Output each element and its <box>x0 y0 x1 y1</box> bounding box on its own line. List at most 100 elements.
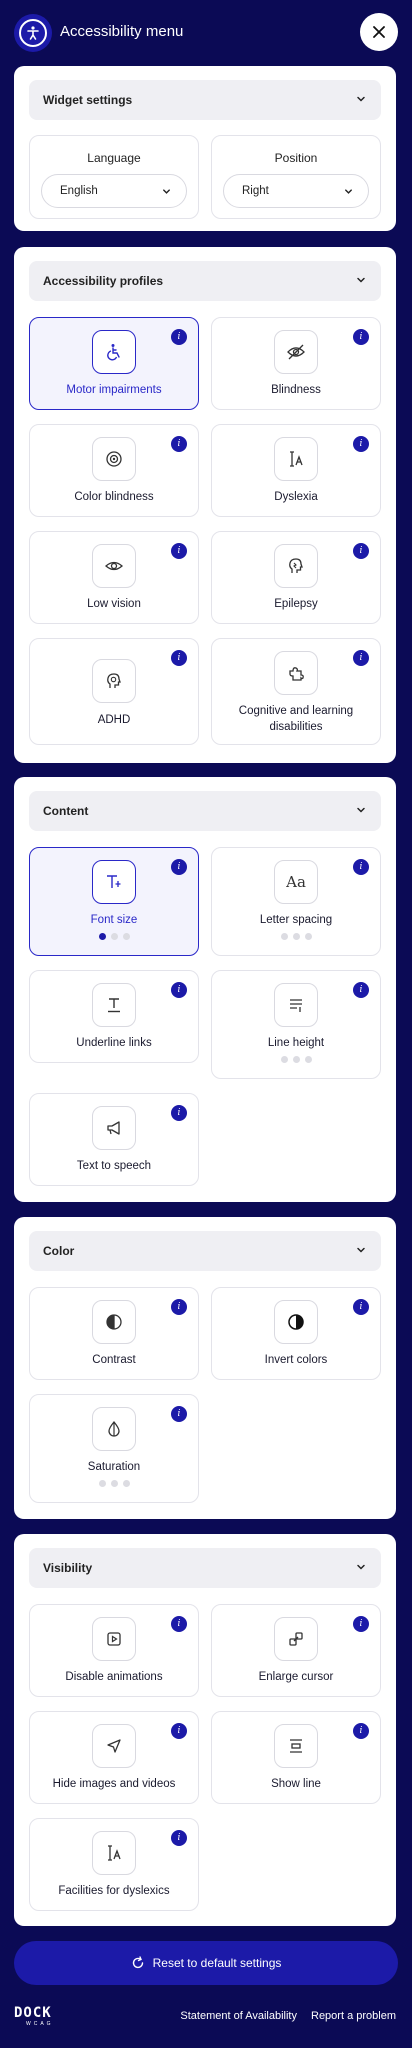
visibility-card-dyslexic-facilities[interactable]: i Facilities for dyslexics <box>29 1818 199 1911</box>
info-icon[interactable]: i <box>171 436 187 452</box>
color-card-invert-colors[interactable]: i Invert colors <box>211 1287 381 1380</box>
logo-sub: WCAG <box>26 2021 54 2027</box>
color-card-saturation[interactable]: i Saturation <box>29 1394 199 1503</box>
play-icon <box>92 1617 136 1661</box>
profile-card-cognitive[interactable]: i Cognitive and learning disabilities <box>211 638 381 745</box>
cursor-icon <box>274 1617 318 1661</box>
megaphone-icon <box>92 1106 136 1150</box>
visibility-name: Show line <box>271 1778 321 1790</box>
info-icon[interactable]: i <box>171 982 187 998</box>
info-icon[interactable]: i <box>171 859 187 875</box>
color-name: Saturation <box>87 1461 141 1473</box>
contrast-icon <box>92 1300 136 1344</box>
info-icon[interactable]: i <box>353 982 369 998</box>
content-card-line-height[interactable]: i Line height <box>211 970 381 1079</box>
menu-title: Accessibility menu <box>60 23 184 40</box>
report-link[interactable]: Report a problem <box>311 2010 396 2022</box>
chevron-down-icon <box>357 96 365 102</box>
section-label: Visibility <box>43 1561 93 1575</box>
level-dots <box>30 933 198 940</box>
info-icon[interactable]: i <box>353 1616 369 1632</box>
font-size-icon <box>92 860 136 904</box>
info-icon[interactable]: i <box>353 543 369 559</box>
content-name: Font size <box>90 914 138 926</box>
accessibility-logo-icon <box>14 14 52 52</box>
info-icon[interactable]: i <box>171 1299 187 1315</box>
wheelchair-icon <box>92 330 136 374</box>
visibility-card-show-line[interactable]: i Show line <box>211 1711 381 1804</box>
position-value: Right <box>242 185 269 197</box>
profile-name: Blindness <box>271 384 321 396</box>
availability-link[interactable]: Statement of Availability <box>180 2010 297 2022</box>
content-section: Content i Font size Aa i Letter spacing … <box>14 777 396 1202</box>
color-name: Invert colors <box>264 1354 328 1366</box>
info-icon[interactable]: i <box>353 1723 369 1739</box>
info-icon[interactable]: i <box>353 329 369 345</box>
section-label: Color <box>43 1244 75 1258</box>
info-icon[interactable]: i <box>171 1616 187 1632</box>
color-header[interactable]: Color <box>29 1231 381 1271</box>
visibility-name: Facilities for dyslexics <box>58 1885 170 1897</box>
language-select[interactable]: English <box>41 174 187 208</box>
visibility-card-disable-animations[interactable]: i Disable animations <box>29 1604 199 1697</box>
eye-icon <box>92 544 136 588</box>
language-setting: Language English <box>29 135 199 219</box>
level-dots <box>212 933 380 940</box>
chevron-down-icon <box>345 189 352 194</box>
chevron-down-icon <box>357 807 365 813</box>
text-cursor-icon <box>92 1831 136 1875</box>
content-card-text-to-speech[interactable]: i Text to speech <box>29 1093 199 1186</box>
profile-name: Low vision <box>87 598 141 610</box>
profile-name: Motor impairments <box>66 384 162 396</box>
profile-card-motor-impairments[interactable]: i Motor impairments <box>29 317 199 410</box>
info-icon[interactable]: i <box>171 1105 187 1121</box>
menu-header: Accessibility menu <box>0 0 412 66</box>
info-icon[interactable]: i <box>353 650 369 666</box>
color-blind-icon <box>92 437 136 481</box>
close-button[interactable] <box>360 13 398 51</box>
profile-card-adhd[interactable]: i ADHD <box>29 638 199 745</box>
content-header[interactable]: Content <box>29 791 381 831</box>
position-select[interactable]: Right <box>223 174 369 208</box>
chevron-down-icon <box>357 1247 365 1253</box>
profiles-header[interactable]: Accessibility profiles <box>29 261 381 301</box>
dock-logo[interactable]: DOCK WCAG <box>14 2005 54 2027</box>
info-icon[interactable]: i <box>171 650 187 666</box>
chevron-down-icon <box>357 1564 365 1570</box>
level-dots <box>212 1056 380 1063</box>
profile-name: ADHD <box>97 714 131 726</box>
visibility-name: Hide images and videos <box>52 1778 176 1790</box>
profile-name: Dyslexia <box>274 491 318 503</box>
profile-card-blindness[interactable]: i Blindness <box>211 317 381 410</box>
reset-button[interactable]: Reset to default settings <box>14 1941 398 1985</box>
chevron-down-icon <box>163 189 170 194</box>
profile-card-color-blindness[interactable]: i Color blindness <box>29 424 199 517</box>
info-icon[interactable]: i <box>353 1299 369 1315</box>
profile-card-epilepsy[interactable]: i Epilepsy <box>211 531 381 624</box>
profile-name: Epilepsy <box>274 598 318 610</box>
line-icon <box>274 1724 318 1768</box>
profile-card-dyslexia[interactable]: i Dyslexia <box>211 424 381 517</box>
visibility-card-enlarge-cursor[interactable]: i Enlarge cursor <box>211 1604 381 1697</box>
widget-settings-header[interactable]: Widget settings <box>29 80 381 120</box>
pointer-icon <box>92 1724 136 1768</box>
color-card-contrast[interactable]: i Contrast <box>29 1287 199 1380</box>
widget-settings-section: Widget settings Language English Positio… <box>14 66 396 231</box>
info-icon[interactable]: i <box>171 1406 187 1422</box>
info-icon[interactable]: i <box>171 329 187 345</box>
info-icon[interactable]: i <box>171 1830 187 1846</box>
section-label: Content <box>43 804 89 818</box>
profile-card-low-vision[interactable]: i Low vision <box>29 531 199 624</box>
info-icon[interactable]: i <box>171 1723 187 1739</box>
visibility-card-hide-images[interactable]: i Hide images and videos <box>29 1711 199 1804</box>
visibility-header[interactable]: Visibility <box>29 1548 381 1588</box>
invert-icon <box>274 1300 318 1344</box>
info-icon[interactable]: i <box>353 436 369 452</box>
info-icon[interactable]: i <box>353 859 369 875</box>
info-icon[interactable]: i <box>171 543 187 559</box>
chevron-down-icon <box>357 277 365 283</box>
content-card-underline-links[interactable]: i Underline links <box>29 970 199 1063</box>
content-card-letter-spacing[interactable]: Aa i Letter spacing <box>211 847 381 956</box>
level-dots <box>30 1480 198 1487</box>
content-card-font-size[interactable]: i Font size <box>29 847 199 956</box>
